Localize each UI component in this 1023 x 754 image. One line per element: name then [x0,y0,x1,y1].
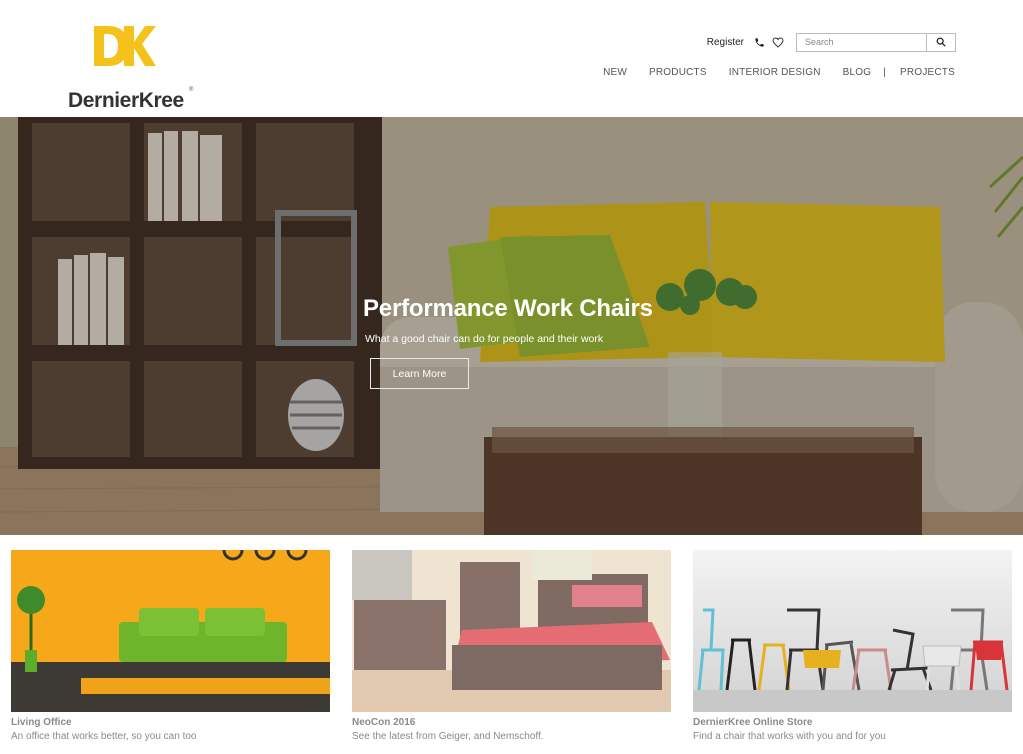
register-link[interactable]: Register [707,37,744,48]
search-button[interactable] [926,33,955,51]
card-living-office[interactable]: Living Office An office that works bette… [11,550,330,742]
nav-projects[interactable]: PROJECTS [900,67,955,78]
hero-banner: Performance Work Chairs What a good chai… [0,117,1023,535]
online-store-chairs-image[interactable] [693,550,1012,712]
living-office-image[interactable] [11,550,330,712]
nav-separator: | [883,67,887,78]
main-nav: NEW PRODUCTS INTERIOR DESIGN BLOG | PROJ… [581,67,955,78]
card-title[interactable]: Living Office [11,717,330,728]
search-input[interactable] [797,33,926,51]
search-box [796,32,956,52]
card-description: Find a chair that works with you and for… [693,731,886,742]
nav-products[interactable]: PRODUCTS [649,67,707,78]
neocon-bedroom-image[interactable] [352,550,671,712]
site-header: DernierKree ® Register NEW PRODUCTS INTE… [0,0,1023,117]
utility-bar: Register [707,32,956,52]
card-title[interactable]: NeoCon 2016 [352,717,671,728]
card-neocon-2016[interactable]: NeoCon 2016 See the latest from Geiger, … [352,550,671,742]
hero-overlay [0,117,1023,535]
trademark-mark: ® [189,87,194,93]
heart-icon[interactable] [771,35,785,49]
hero-subtitle: What a good chair can do for people and … [365,333,604,345]
card-title[interactable]: DernierKree Online Store [693,717,1012,728]
nav-blog[interactable]: BLOG [843,67,872,78]
dk-monogram-icon [94,26,156,66]
hero-title: Performance Work Chairs [363,295,653,322]
search-icon [936,37,946,47]
nav-interior-design[interactable]: INTERIOR DESIGN [729,67,821,78]
nav-new[interactable]: NEW [603,67,627,78]
card-description: See the latest from Geiger, and Nemschof… [352,731,544,742]
brand-name: DernierKree [68,89,184,112]
card-online-store[interactable]: DernierKree Online Store Find a chair th… [693,550,1012,742]
phone-icon[interactable] [752,35,766,49]
learn-more-button[interactable]: Learn More [370,358,469,389]
card-description: An office that works better, so you can … [11,731,197,742]
brand-logo[interactable]: DernierKree ® [66,20,196,111]
